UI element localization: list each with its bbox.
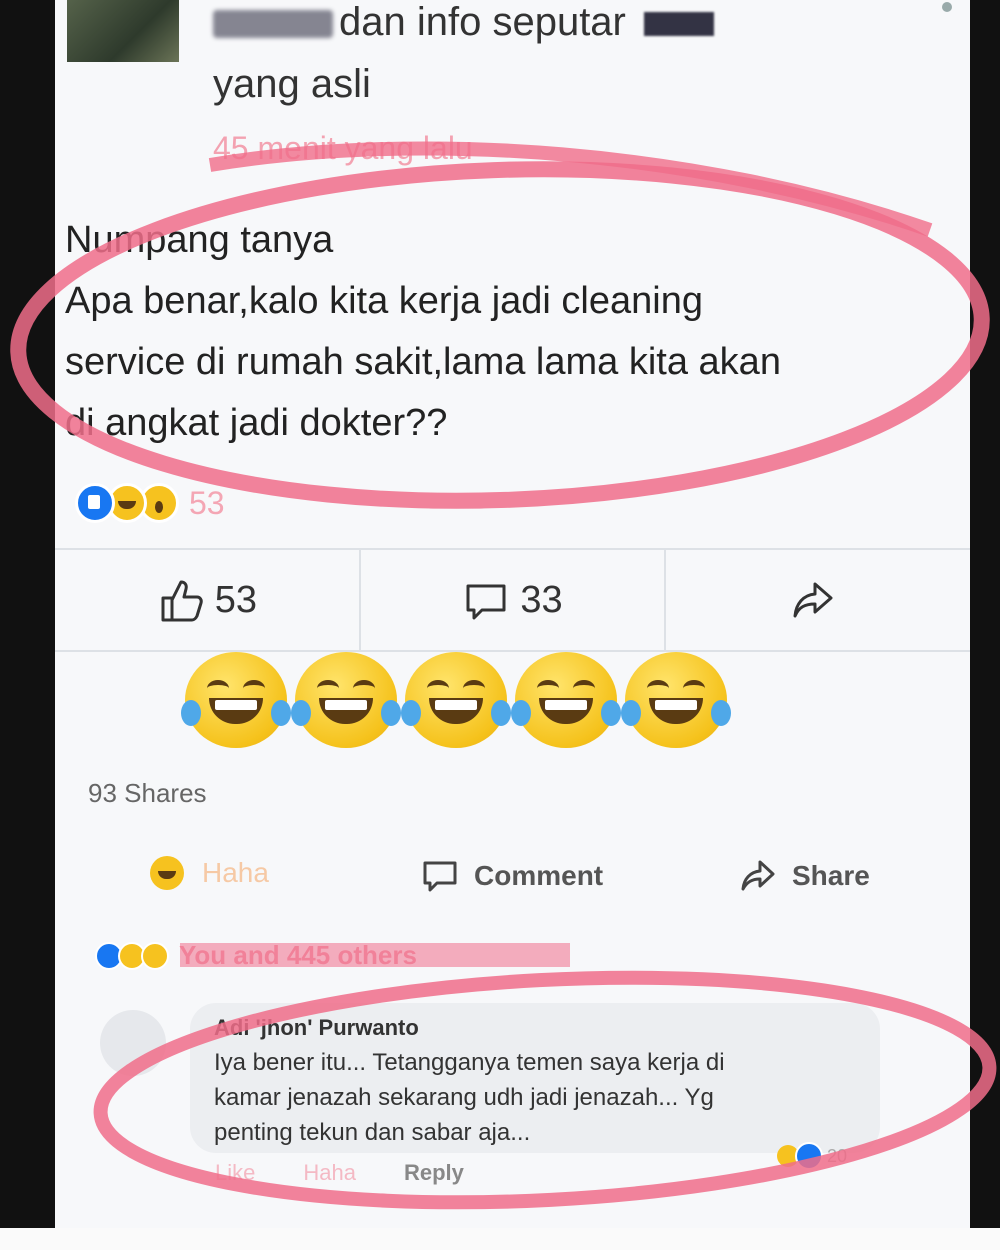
comment-author[interactable]: Adi 'jhon' Purwanto bbox=[214, 1015, 856, 1041]
tears-of-joy-emoji-icon bbox=[511, 652, 621, 748]
commenter-avatar[interactable] bbox=[100, 1010, 166, 1076]
post-card: dan info seputar yang asli 45 menit yang… bbox=[55, 0, 970, 1228]
post-line: service di rumah sakit,lama lama kita ak… bbox=[65, 341, 781, 383]
tears-of-joy-emoji-icon bbox=[291, 652, 401, 748]
blurred-name-end bbox=[643, 12, 714, 37]
comment-bubble-icon bbox=[466, 584, 506, 620]
post-timestamp[interactable]: 45 menit yang lalu bbox=[213, 130, 473, 167]
comment-reaction-count: 20 bbox=[827, 1145, 848, 1166]
tears-of-joy-emoji-icon bbox=[401, 652, 511, 748]
comment-label: Comment bbox=[474, 860, 604, 891]
more-options-icon[interactable] bbox=[942, 2, 952, 12]
bottom-action-bar: Haha Comment Share bbox=[55, 848, 970, 904]
thumbs-up-icon bbox=[161, 580, 203, 622]
post-line: di angkat jadi dokter?? bbox=[65, 402, 448, 444]
page-name-text: dan info seputar bbox=[339, 0, 626, 44]
photo-bottom-border bbox=[0, 1228, 1000, 1250]
like-count: 53 bbox=[214, 578, 257, 621]
comment-reactions[interactable]: 20 bbox=[777, 1142, 847, 1170]
comment-reply-link[interactable]: Reply bbox=[404, 1160, 464, 1186]
tears-of-joy-emoji-icon bbox=[181, 652, 291, 748]
tears-of-joy-emoji-icon bbox=[621, 652, 731, 748]
page-name-line2[interactable]: yang asli bbox=[213, 62, 371, 107]
share-action-button[interactable]: Share bbox=[738, 856, 870, 896]
laughing-emoji-row bbox=[181, 652, 731, 748]
post-reactions[interactable]: 53 bbox=[75, 482, 225, 524]
share-arrow-icon bbox=[793, 582, 833, 618]
blurred-name bbox=[213, 10, 333, 39]
comment-line: Iya bener itu... Tetangganya temen saya … bbox=[214, 1049, 725, 1076]
reaction-summary[interactable]: You and 445 others bbox=[95, 940, 417, 971]
phone-screen: dan info seputar yang asli 45 menit yang… bbox=[55, 0, 970, 1228]
comment-icon bbox=[423, 861, 457, 892]
comment-haha-link[interactable]: Haha bbox=[303, 1160, 356, 1186]
comment-bubble: Adi 'jhon' Purwanto Iya bener itu... Tet… bbox=[190, 1003, 880, 1153]
comment-line: penting tekun dan sabar aja... bbox=[214, 1119, 531, 1146]
like-reaction-icon bbox=[75, 483, 115, 523]
like-icon bbox=[795, 1142, 823, 1170]
page-name[interactable]: dan info seputar bbox=[213, 0, 714, 45]
haha-button[interactable]: Haha bbox=[150, 856, 269, 890]
share-icon bbox=[741, 860, 775, 891]
comment-like-link[interactable]: Like bbox=[215, 1160, 255, 1186]
share-label: Share bbox=[792, 860, 870, 891]
comment-body: Iya bener itu... Tetangganya temen saya … bbox=[214, 1045, 856, 1150]
post-action-bar: 53 33 bbox=[55, 548, 970, 652]
phone-bezel-left bbox=[0, 0, 55, 1228]
share-button[interactable] bbox=[666, 550, 970, 650]
comment-action-button[interactable]: Comment bbox=[420, 856, 603, 896]
comment-actions: Like Haha Reply bbox=[215, 1160, 464, 1186]
post-line: Apa benar,kalo kita kerja jadi cleaning bbox=[65, 280, 703, 322]
comment-count: 33 bbox=[520, 578, 563, 621]
post-body: Numpang tanya Apa benar,kalo kita kerja … bbox=[65, 210, 945, 454]
comment-line: kamar jenazah sekarang udh jadi jenazah.… bbox=[214, 1084, 714, 1111]
haha-icon bbox=[150, 856, 184, 890]
share-count[interactable]: 93 Shares bbox=[88, 778, 207, 809]
reaction-count: 53 bbox=[189, 484, 225, 521]
page-avatar[interactable] bbox=[67, 0, 179, 62]
post-line: Numpang tanya bbox=[65, 219, 334, 261]
wow-icon bbox=[141, 941, 169, 970]
haha-label: Haha bbox=[202, 857, 269, 888]
phone-bezel-right bbox=[970, 0, 1000, 1228]
comment-button[interactable]: 33 bbox=[361, 550, 667, 650]
like-button[interactable]: 53 bbox=[55, 550, 361, 650]
reaction-summary-text: You and 445 others bbox=[179, 940, 417, 970]
